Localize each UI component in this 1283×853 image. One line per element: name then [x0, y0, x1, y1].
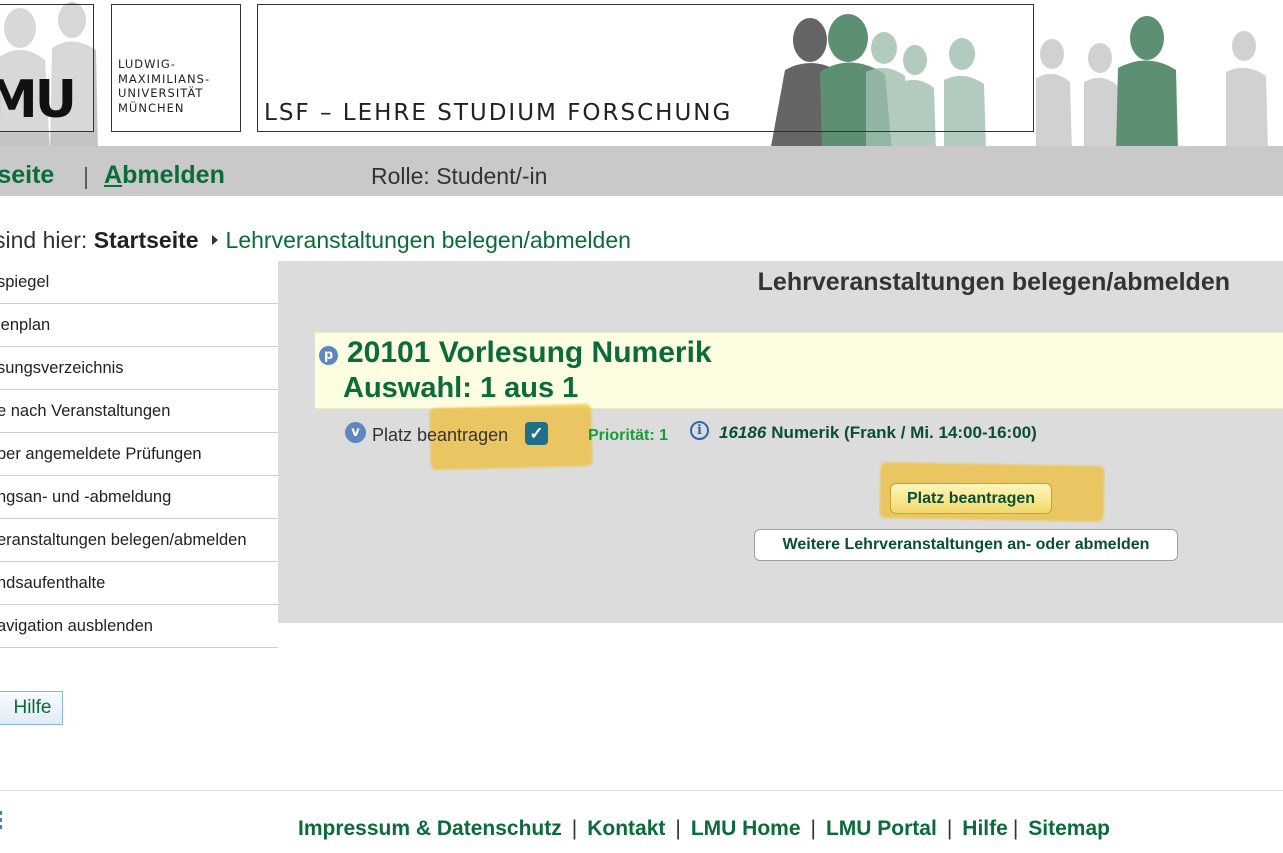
- footer-separator: |: [946, 817, 953, 840]
- parallel-group-number: 16186: [719, 423, 767, 442]
- page-title: Lehrveranstaltungen belegen/abmelden: [757, 268, 1230, 296]
- course-choice-info: Auswahl: 1 aus 1: [343, 372, 579, 404]
- sidebar-item-lehrveranstaltungen-belegen[interactable]: eranstaltungen belegen/abmelden: [0, 519, 278, 562]
- option-row: v Platz beantragen ✓ Priorität: 1 i 1618…: [345, 421, 1245, 449]
- footer-link-lmu-home[interactable]: LMU Home: [691, 817, 801, 840]
- parallel-group-info: 16186 Numerik (Frank / Mi. 14:00-16:00): [719, 423, 1037, 443]
- footer-link-lmu-portal[interactable]: LMU Portal: [826, 817, 937, 840]
- breadcrumb-item-current-page[interactable]: Lehrveranstaltungen belegen/abmelden: [226, 227, 631, 253]
- course-header: p 20101 Vorlesung Numerik Auswahl: 1 aus…: [315, 332, 1283, 409]
- footer-separator: |: [810, 817, 816, 840]
- site-title: LSF – LEHRE STUDIUM FORSCHUNG: [264, 100, 733, 126]
- footer-link-sitemap[interactable]: Sitemap: [1028, 817, 1110, 840]
- header: MU LUDWIG- MAXIMILIANS- UNIVERSITÄT MÜNC…: [0, 0, 1283, 152]
- nav-link-abmelden-accesskey: A: [104, 161, 123, 189]
- sidebar-item-vorlesungsverzeichnis[interactable]: sungsverzeichnis: [0, 347, 278, 390]
- parallel-group-text: Numerik (Frank / Mi. 14:00-16:00): [771, 423, 1037, 442]
- option-label: Platz beantragen: [372, 425, 509, 445]
- footer-separator: |: [1012, 817, 1019, 840]
- sidebar-item-auslandsaufenthalte[interactable]: ndsaufenthalte: [0, 562, 278, 605]
- breadcrumb-item-startseite[interactable]: Startseite: [94, 227, 199, 253]
- footer-link-hilfe[interactable]: Hilfe: [962, 817, 1008, 840]
- breadcrumb-prefix: sind hier:: [0, 227, 88, 253]
- breadcrumb: sind hier: Startseite Lehrveranstaltungen…: [0, 227, 631, 254]
- sidebar-item-suche-veranstaltungen[interactable]: e nach Veranstaltungen: [0, 390, 278, 433]
- nav-link-abmelden-rest: bmelden: [122, 161, 225, 189]
- footer-link-impressum[interactable]: Impressum & Datenschutz: [298, 817, 562, 840]
- sidebar-item-info-pruefungen[interactable]: ber angemeldete Prüfungen: [0, 433, 278, 476]
- course-title: 20101 Vorlesung Numerik: [347, 336, 712, 369]
- sidebar: spiegel lenplan sungsverzeichnis e nach …: [0, 261, 278, 648]
- footer-link-kontakt[interactable]: Kontakt: [587, 817, 665, 840]
- triangle-right-icon: [211, 234, 218, 245]
- footer-links: Impressum & Datenschutz | Kontakt | LMU Home…: [298, 817, 1110, 841]
- sidebar-item-stundenplan[interactable]: lenplan: [0, 304, 278, 347]
- footer-separator: |: [675, 817, 681, 840]
- nav-link-startseite[interactable]: tseite: [0, 161, 54, 190]
- user-role: Rolle: Student/-in: [371, 163, 548, 189]
- v-circle-icon: v: [345, 422, 366, 443]
- nav-separator: |: [83, 163, 89, 189]
- footer-separator: |: [571, 817, 578, 840]
- p-circle-icon: p: [319, 346, 338, 365]
- university-name: LUDWIG- MAXIMILIANS- UNIVERSITÄT MÜNCHEN: [118, 57, 211, 115]
- checkbox-checked-icon[interactable]: ✓: [525, 422, 548, 445]
- footer-menu-icon: [0, 811, 4, 832]
- nav-link-abmelden[interactable]: Abmelden: [104, 161, 225, 190]
- info-icon[interactable]: i: [690, 421, 709, 440]
- help-button[interactable]: Hilfe: [0, 691, 63, 725]
- priority-label: Priorität: 1: [588, 427, 669, 444]
- sidebar-item-notenspiegel[interactable]: spiegel: [0, 261, 278, 304]
- apply-place-button[interactable]: Platz beantragen: [890, 483, 1052, 514]
- lmu-logo: MU: [0, 70, 77, 130]
- more-courses-button[interactable]: Weitere Lehrveranstaltungen an- oder abm…: [754, 529, 1178, 561]
- sidebar-item-navigation-ausblenden[interactable]: avigation ausblenden: [0, 605, 278, 648]
- main-panel: Lehrveranstaltungen belegen/abmelden p 2…: [278, 261, 1283, 623]
- top-navigation-bar: tseite | Abmelden Rolle: Student/-in: [0, 152, 1283, 196]
- sidebar-item-pruefungsanmeldung[interactable]: ngsan- und -abmeldung: [0, 476, 278, 519]
- footer-divider: [0, 790, 1283, 791]
